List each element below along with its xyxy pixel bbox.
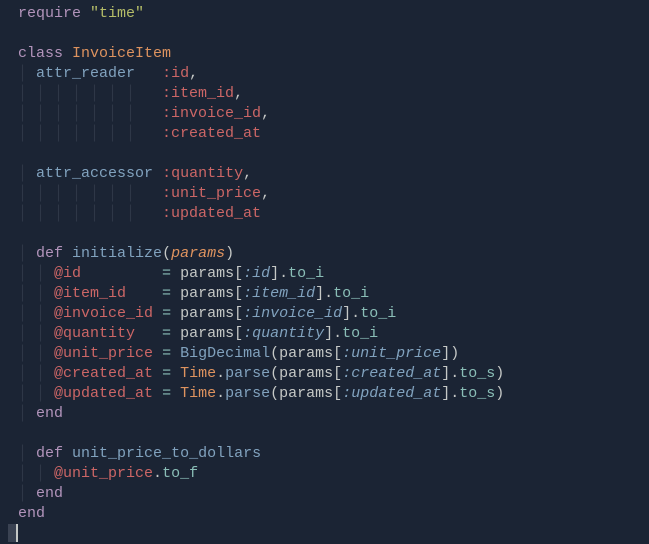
code-line: │ end — [0, 484, 649, 504]
symbol: :invoice_id — [162, 105, 261, 122]
symbol: :updated_at — [162, 205, 261, 222]
indent-guide: │ │ │ │ │ │ │ — [18, 185, 144, 202]
symbol: :id — [162, 65, 189, 82]
code-line: │ │ @item_id = params[:item_id].to_i — [0, 284, 649, 304]
symbol: :unit_price — [342, 345, 441, 362]
indent-guide: │ │ │ │ │ │ │ — [18, 205, 144, 222]
instance-var: @id — [54, 265, 81, 282]
code-line — [0, 24, 649, 44]
symbol: :item_id — [243, 285, 315, 302]
indent-guide: │ — [18, 65, 36, 82]
indent-guide: │ — [18, 245, 36, 262]
code-line: │ end — [0, 404, 649, 424]
indent-guide: │ │ — [18, 465, 54, 482]
code-editor[interactable]: require "time" class InvoiceItem │ attr_… — [0, 4, 649, 544]
indent-guide: │ │ — [18, 385, 54, 402]
method-call: BigDecimal — [180, 345, 270, 362]
symbol: :item_id — [162, 85, 234, 102]
code-line: end — [0, 504, 649, 524]
symbol: :id — [243, 265, 270, 282]
method-call: to_s — [459, 365, 495, 382]
method-call: to_i — [333, 285, 369, 302]
cursor-caret-icon — [16, 524, 18, 542]
code-line: │ │ │ │ │ │ │ :updated_at — [0, 204, 649, 224]
instance-var: @item_id — [54, 285, 126, 302]
indent-guide: │ │ — [18, 305, 54, 322]
code-line: │ │ @invoice_id = params[:invoice_id].to… — [0, 304, 649, 324]
string-literal: "time" — [90, 5, 144, 22]
code-line: │ │ │ │ │ │ │ :unit_price, — [0, 184, 649, 204]
indent-guide: │ │ │ │ │ │ │ — [18, 125, 144, 142]
attr-reader: attr_reader — [36, 65, 135, 82]
indent-guide: │ — [18, 405, 36, 422]
keyword-def: def — [36, 245, 63, 262]
code-line: class InvoiceItem — [0, 44, 649, 64]
symbol: :quantity — [162, 165, 243, 182]
method-call: to_i — [288, 265, 324, 282]
instance-var: @invoice_id — [54, 305, 153, 322]
code-line: │ │ @updated_at = Time.parse(params[:upd… — [0, 384, 649, 404]
indent-guide: │ │ — [18, 265, 54, 282]
class-name: InvoiceItem — [72, 45, 171, 62]
code-line: │ │ │ │ │ │ │ :created_at — [0, 124, 649, 144]
instance-var: @unit_price — [54, 345, 153, 362]
code-line — [0, 224, 649, 244]
code-line: │ │ │ │ │ │ │ :item_id, — [0, 84, 649, 104]
class-ref: Time — [180, 365, 216, 382]
indent-guide: │ — [18, 445, 36, 462]
code-line: │ attr_accessor :quantity, — [0, 164, 649, 184]
symbol: :updated_at — [342, 385, 441, 402]
code-line: │ attr_reader :id, — [0, 64, 649, 84]
method-call: to_i — [360, 305, 396, 322]
method-call: to_s — [459, 385, 495, 402]
code-line: │ │ @quantity = params[:quantity].to_i — [0, 324, 649, 344]
code-line: │ │ @unit_price.to_f — [0, 464, 649, 484]
cursor-row — [0, 524, 649, 544]
code-line — [0, 144, 649, 164]
method-name: unit_price_to_dollars — [72, 445, 261, 462]
indent-guide: │ │ — [18, 345, 54, 362]
code-line: │ │ @id = params[:id].to_i — [0, 264, 649, 284]
indent-guide: │ — [18, 485, 36, 502]
method-call: parse — [225, 365, 270, 382]
symbol: :invoice_id — [243, 305, 342, 322]
keyword-require: require — [18, 5, 81, 22]
indent-guide: │ │ — [18, 365, 54, 382]
class-ref: Time — [180, 385, 216, 402]
method-call: to_f — [162, 465, 198, 482]
indent-guide: │ │ │ │ │ │ │ — [18, 105, 144, 122]
code-line — [0, 424, 649, 444]
indent-guide: │ │ — [18, 285, 54, 302]
symbol: :created_at — [342, 365, 441, 382]
code-line: │ def initialize(params) — [0, 244, 649, 264]
instance-var: @quantity — [54, 325, 135, 342]
code-line: │ │ @created_at = Time.parse(params[:cre… — [0, 364, 649, 384]
keyword-end: end — [36, 485, 63, 502]
method-call: to_i — [342, 325, 378, 342]
symbol: :created_at — [162, 125, 261, 142]
indent-guide: │ │ │ │ │ │ │ — [18, 85, 144, 102]
method-name: initialize — [72, 245, 162, 262]
symbol: :unit_price — [162, 185, 261, 202]
keyword-class: class — [18, 45, 63, 62]
keyword-end: end — [36, 405, 63, 422]
instance-var: @created_at — [54, 365, 153, 382]
parameter: params — [171, 245, 225, 262]
code-line: │ │ │ │ │ │ │ :invoice_id, — [0, 104, 649, 124]
keyword-def: def — [36, 445, 63, 462]
symbol: :quantity — [243, 325, 324, 342]
code-line: require "time" — [0, 4, 649, 24]
keyword-end: end — [18, 505, 45, 522]
indent-guide: │ │ — [18, 325, 54, 342]
instance-var: @updated_at — [54, 385, 153, 402]
code-line: │ │ @unit_price = BigDecimal(params[:uni… — [0, 344, 649, 364]
method-call: parse — [225, 385, 270, 402]
code-line: │ def unit_price_to_dollars — [0, 444, 649, 464]
instance-var: @unit_price — [54, 465, 153, 482]
indent-guide: │ — [18, 165, 36, 182]
attr-accessor: attr_accessor — [36, 165, 153, 182]
cursor-block-icon — [8, 524, 16, 542]
